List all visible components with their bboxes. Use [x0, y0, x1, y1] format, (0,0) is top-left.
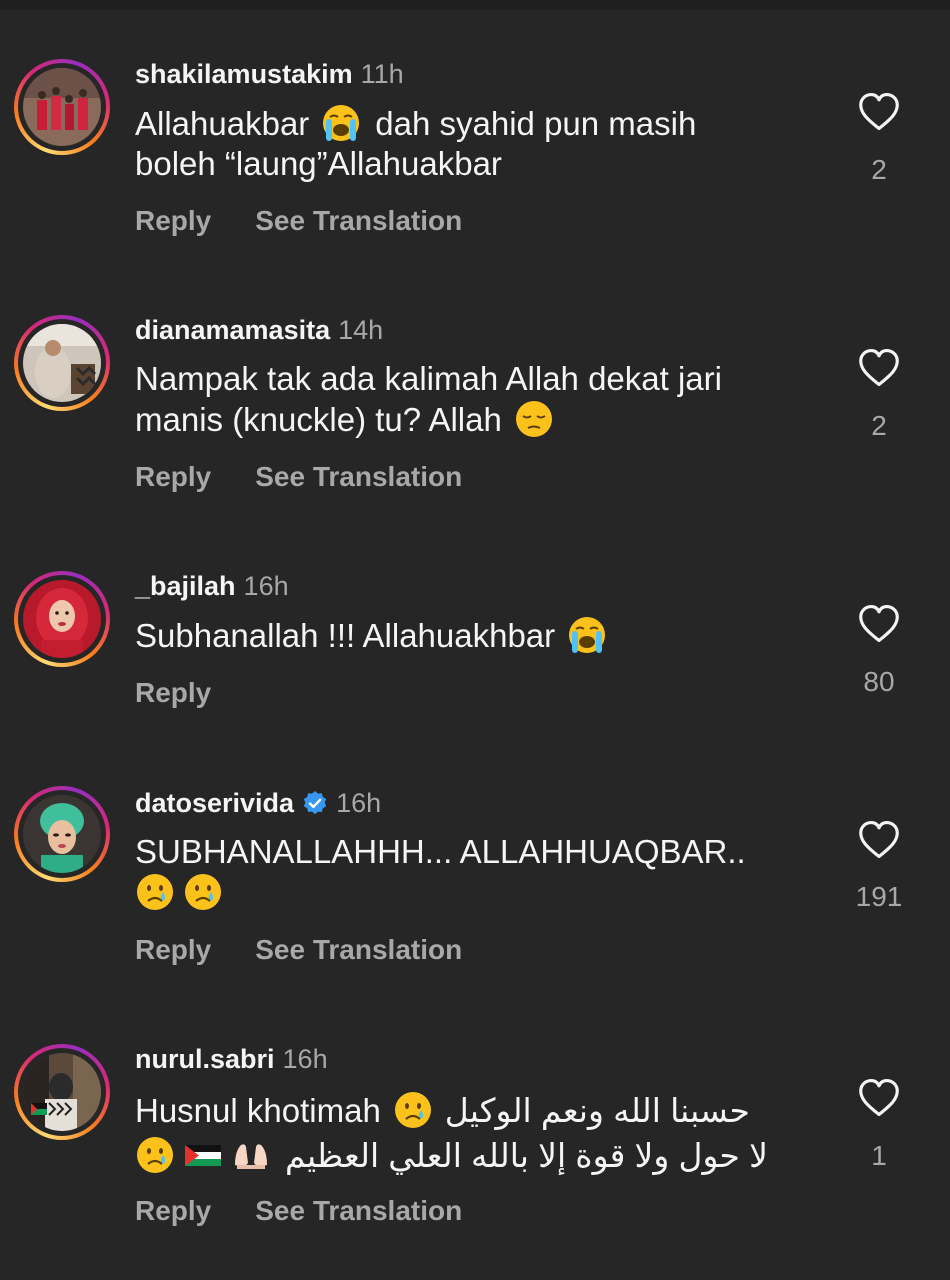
see-translation-button[interactable]: See Translation — [255, 461, 462, 493]
comment-line: Allahuakbar — [135, 105, 310, 142]
avatar-image — [23, 324, 101, 402]
comment-actions: Reply See Translation — [135, 1195, 462, 1227]
reply-button[interactable]: Reply — [135, 1195, 211, 1227]
comment-line: SUBHANALLAHHH... ALLAHHUAQBAR.. — [135, 833, 746, 870]
like-count: 2 — [871, 410, 887, 441]
comment-header: shakilamustakim 11h — [135, 57, 404, 91]
timestamp: 16h — [282, 1043, 328, 1074]
comment-actions: Reply See Translation — [135, 205, 462, 237]
verified-badge-icon — [303, 791, 327, 815]
avatar[interactable] — [14, 59, 110, 155]
comment-header: datoserivida 16h — [135, 786, 381, 820]
crying-face-emoji — [135, 1135, 175, 1175]
heart-outline-icon[interactable] — [858, 92, 900, 132]
palms-up-together-emoji — [231, 1135, 271, 1175]
comment-text: Husnul khotimah حسبنا الله ونعم الوكيل لا… — [135, 1090, 815, 1176]
comment-line-arabic: حسبنا الله ونعم الوكيل — [444, 1092, 750, 1129]
timestamp: 16h — [336, 787, 382, 818]
like-count: 1 — [871, 1140, 887, 1171]
comment-actions: Reply — [135, 677, 211, 709]
heart-outline-icon[interactable] — [858, 1078, 900, 1118]
username[interactable]: nurul.sabri — [135, 1044, 275, 1075]
see-translation-button[interactable]: See Translation — [255, 205, 462, 237]
top-divider — [0, 0, 950, 10]
comment-header: dianamamasita 14h — [135, 313, 383, 347]
reply-button[interactable]: Reply — [135, 677, 211, 709]
palestine-flag-emoji — [183, 1135, 223, 1175]
username[interactable]: shakilamustakim — [135, 59, 353, 90]
timestamp: 16h — [243, 570, 289, 601]
heart-outline-icon[interactable] — [858, 604, 900, 644]
reply-button[interactable]: Reply — [135, 934, 211, 966]
comment-header: nurul.sabri 16h — [135, 1042, 328, 1076]
comment-line: dah syahid pun masih — [375, 105, 697, 142]
comment-text: Allahuakbar dah syahid pun masih boleh “l… — [135, 103, 815, 184]
avatar[interactable] — [14, 786, 110, 882]
avatar[interactable] — [14, 1044, 110, 1140]
comment-text: SUBHANALLAHHH... ALLAHHUAQBAR.. — [135, 832, 815, 913]
avatar-image — [23, 68, 101, 146]
crying-face-emoji — [183, 872, 223, 912]
crying-face-emoji — [393, 1090, 433, 1130]
comment-header: _bajilah 16h — [135, 569, 289, 603]
like-count: 191 — [855, 881, 903, 912]
username[interactable]: _bajilah — [135, 571, 236, 602]
timestamp: 11h — [360, 58, 404, 89]
comment-line: Nampak tak ada kalimah Allah dekat jari — [135, 360, 722, 397]
avatar-image — [23, 1053, 101, 1131]
comment-actions: Reply See Translation — [135, 461, 462, 493]
crying-face-emoji — [135, 872, 175, 912]
comment-actions: Reply See Translation — [135, 934, 462, 966]
comment-line: manis (knuckle) tu? Allah — [135, 401, 502, 438]
see-translation-button[interactable]: See Translation — [255, 1195, 462, 1227]
comment-text: Subhanallah !!! Allahuakhbar — [135, 615, 815, 656]
comment-line-arabic: لا حول ولا قوة إلا بالله العلي العظيم — [285, 1137, 768, 1174]
see-translation-button[interactable]: See Translation — [255, 934, 462, 966]
username[interactable]: dianamamasita — [135, 315, 330, 346]
timestamp: 14h — [338, 314, 384, 345]
reply-button[interactable]: Reply — [135, 461, 211, 493]
avatar[interactable] — [14, 315, 110, 411]
avatar-image — [23, 795, 101, 873]
avatar[interactable] — [14, 571, 110, 667]
loudly-crying-face-emoji — [567, 615, 607, 655]
comment-text: Nampak tak ada kalimah Allah dekat jari … — [135, 359, 815, 440]
comment-line: Subhanallah !!! Allahuakhbar — [135, 617, 556, 654]
pensive-face-emoji — [514, 399, 554, 439]
comment-line: boleh “laung”Allahuakbar — [135, 145, 502, 182]
like-count: 80 — [863, 666, 895, 697]
like-count: 2 — [871, 154, 887, 185]
avatar-image — [23, 580, 101, 658]
reply-button[interactable]: Reply — [135, 205, 211, 237]
username[interactable]: datoserivida — [135, 788, 294, 819]
loudly-crying-face-emoji — [321, 103, 361, 143]
heart-outline-icon[interactable] — [858, 820, 900, 860]
heart-outline-icon[interactable] — [858, 348, 900, 388]
comment-line: Husnul khotimah — [135, 1092, 381, 1129]
